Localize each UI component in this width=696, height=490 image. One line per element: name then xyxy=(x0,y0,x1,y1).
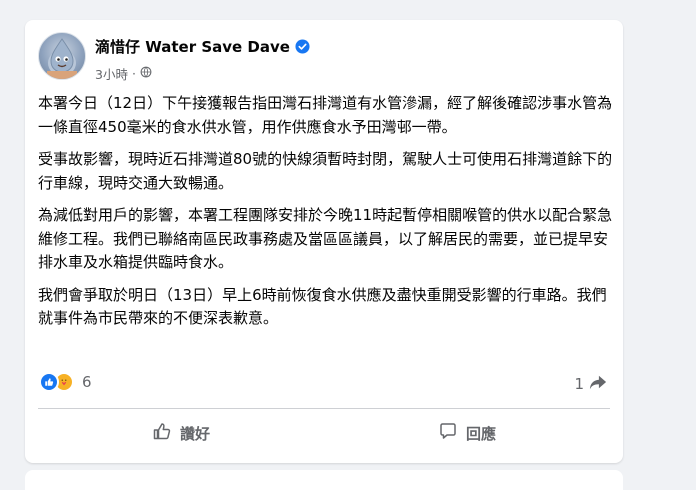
action-divider xyxy=(38,408,610,409)
share-count: 1 xyxy=(574,375,584,393)
post-paragraph: 受事故影響，現時近石排灣道80號的快線須暫時封閉，駕駛人士可使用石排灣道餘下的行… xyxy=(38,150,613,192)
post-timestamp[interactable]: 3小時 xyxy=(95,64,128,83)
post-meta: 3小時 · xyxy=(95,64,152,83)
like-button[interactable]: 讚好 xyxy=(38,415,324,451)
comment-button[interactable]: 回應 xyxy=(324,415,610,451)
author-name-row: 滴惜仔 Water Save Dave xyxy=(95,36,310,57)
like-reaction-icon xyxy=(39,372,59,392)
post-paragraph: 為減低對用戶的影響，本署工程團隊安排於今晚11時起暫停相關喉管的供水以配合緊急維… xyxy=(38,206,613,271)
reactions-summary[interactable]: 6 xyxy=(39,372,92,392)
like-label: 讚好 xyxy=(179,424,210,443)
comment-bubble-icon xyxy=(438,421,458,445)
comment-label: 回應 xyxy=(465,424,496,443)
verified-badge-icon xyxy=(295,39,310,54)
author-name[interactable]: 滴惜仔 Water Save Dave xyxy=(95,36,290,57)
author-avatar[interactable] xyxy=(38,32,86,80)
post-paragraph: 本署今日（12日）下午接獲報告指田灣石排灣道有水管滲漏，經了解後確認涉事水管為一… xyxy=(38,94,613,136)
post-actions: 讚好 回應 xyxy=(38,415,610,451)
post-card: 滴惜仔 Water Save Dave 3小時 · 本署今日（12日）下午接獲報… xyxy=(25,20,623,463)
thumbs-up-icon xyxy=(152,421,172,445)
next-post-card-edge xyxy=(25,470,623,490)
post-body: 本署今日（12日）下午接獲報告指田灣石排灣道有水管滲漏，經了解後確認涉事水管為一… xyxy=(38,92,613,340)
share-summary[interactable]: 1 xyxy=(574,373,607,395)
globe-icon[interactable] xyxy=(140,66,152,81)
meta-separator: · xyxy=(131,66,136,81)
post-paragraph: 我們會爭取於明日（13日）早上6時前恢復食水供應及盡快重開受影響的行車路。我們就… xyxy=(38,285,607,328)
reaction-count: 6 xyxy=(82,373,92,391)
share-arrow-icon xyxy=(589,373,607,395)
